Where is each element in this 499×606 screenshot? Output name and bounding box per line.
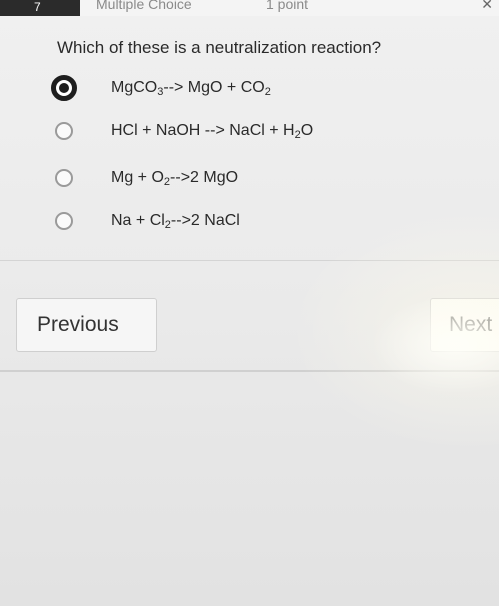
answer-option-3[interactable]: Mg + O2-->2 MgO	[55, 165, 415, 191]
previous-button[interactable]: Previous	[16, 298, 157, 352]
radio-button[interactable]	[55, 122, 73, 140]
question-text: Which of these is a neutralization react…	[57, 38, 382, 57]
question-header: 7 Multiple Choice 1 point ✕	[0, 0, 499, 16]
answer-option-1-label: MgCO3--> MgO + CO2	[111, 79, 271, 98]
quiz-screen: 7 Multiple Choice 1 point ✕ Which of the…	[0, 0, 499, 606]
radio-button[interactable]	[55, 169, 73, 187]
radio-button[interactable]	[55, 212, 73, 230]
answer-option-4[interactable]: Na + Cl2-->2 NaCl	[55, 208, 415, 234]
answer-text: MgCO	[111, 79, 158, 96]
next-button[interactable]: Next	[430, 298, 499, 352]
question-type-label: Multiple Choice	[96, 0, 192, 12]
answer-text: --> MgO + CO	[163, 79, 265, 96]
question-number-badge: 7	[0, 0, 80, 16]
answer-option-3-label: Mg + O2-->2 MgO	[111, 169, 239, 188]
radio-button-selected[interactable]	[51, 75, 77, 101]
answer-option-1[interactable]: MgCO3--> MgO + CO2	[51, 75, 415, 101]
subscript: 2	[264, 86, 271, 98]
answer-option-2-label: HCl + NaOH --> NaCl + H2O	[111, 122, 314, 141]
answer-text: -->2 MgO	[170, 169, 239, 186]
footer-divider	[0, 370, 499, 372]
question-points-label: 1 point	[266, 0, 309, 12]
answer-text: Mg + O	[111, 169, 164, 186]
section-divider	[0, 260, 499, 261]
expand-icon[interactable]: ✕	[481, 0, 493, 12]
answer-text: O	[300, 122, 314, 139]
answer-option-4-label: Na + Cl2-->2 NaCl	[111, 212, 240, 231]
answer-text: Na + Cl	[111, 212, 165, 229]
answer-text: HCl + NaOH --> NaCl + H	[111, 122, 295, 139]
answer-option-2[interactable]: HCl + NaOH --> NaCl + H2O	[55, 118, 415, 144]
answer-text: -->2 NaCl	[170, 212, 240, 229]
